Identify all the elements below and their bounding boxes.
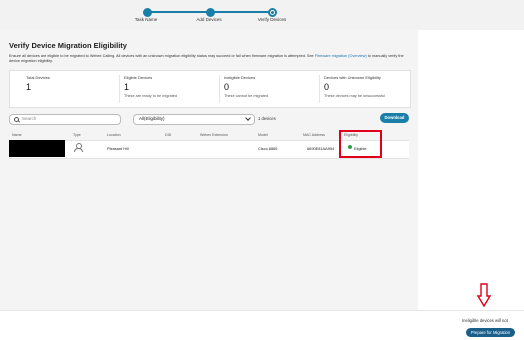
firmware-migration-link[interactable]: Firmware migration (Overview) — [315, 54, 367, 58]
stepper-bar — [0, 0, 524, 30]
stat-eligible-devices: Eligible Devices 1 These are ready to be… — [124, 75, 177, 98]
description-text: Ensure all devices are eligible to be mi… — [9, 54, 314, 58]
column-header-location[interactable]: Location — [107, 133, 121, 137]
step-verify-devices-label: Verify Devices — [257, 17, 287, 22]
stat-value: 1 — [26, 82, 32, 92]
footer-bar — [0, 310, 524, 340]
stat-value: 0 — [224, 82, 230, 92]
stat-divider — [119, 75, 120, 103]
column-header-did[interactable]: DID — [165, 133, 171, 137]
cell-location: Pleasant Hill — [107, 146, 129, 151]
stat-value: 0 — [324, 82, 330, 92]
stat-value: 1 — [124, 82, 130, 92]
cell-mac-address: 6690E81AA954 — [307, 146, 335, 151]
eligibility-highlight-box — [339, 130, 382, 158]
stat-label: Eligible Devices — [124, 75, 153, 80]
search-icon — [14, 117, 19, 122]
search-input[interactable]: Search — [9, 114, 121, 125]
column-header-webex-extension[interactable]: Webex Extension — [200, 133, 228, 137]
step-task-name-dot — [143, 8, 152, 17]
stat-label: Ineligible Devices — [224, 75, 256, 80]
stat-subtext: These cannot be migrated — [224, 94, 269, 98]
step-add-devices-dot — [206, 8, 215, 17]
right-panel-background — [418, 30, 524, 310]
column-header-model[interactable]: Model — [258, 133, 268, 137]
user-icon — [74, 143, 83, 152]
summary-card: Total Devices 1 Eligible Devices 1 These… — [9, 70, 411, 108]
redacted-device-name — [9, 140, 65, 157]
stat-total-devices: Total Devices 1 — [26, 75, 50, 92]
download-button[interactable]: Download — [380, 113, 409, 123]
prepare-for-migration-button[interactable]: Prepare for Migration — [466, 328, 515, 337]
column-header-mac-address[interactable]: MAC Address — [303, 133, 325, 137]
stepper-connector — [211, 11, 272, 13]
page-description: Ensure all devices are eligible to be mi… — [9, 54, 409, 64]
step-task-name-label: Task Name — [134, 17, 158, 22]
stat-ineligible-devices: Ineligible Devices 0 These cannot be mig… — [224, 75, 268, 98]
step-verify-devices-dot — [268, 8, 277, 17]
stat-label: Total Devices — [26, 75, 50, 80]
page-title: Verify Device Migration Eligibility — [9, 41, 127, 50]
stat-unknown-devices: Devices with Unknown Eligibility 0 These… — [324, 75, 385, 98]
device-count: 1 devices — [258, 116, 276, 121]
chevron-down-icon — [245, 115, 251, 121]
column-header-type[interactable]: Type — [73, 133, 81, 137]
down-arrow-annotation-icon — [477, 283, 491, 308]
stat-subtext: These are ready to be migrated — [124, 94, 177, 98]
stat-divider — [319, 75, 320, 103]
eligibility-filter-select[interactable]: All(Eligibility) — [133, 114, 255, 125]
search-placeholder: Search — [22, 116, 37, 121]
stepper-connector — [147, 11, 209, 13]
ineligible-notice: Ineligible devices will not — [462, 318, 508, 323]
step-add-devices-label: Add Devices — [196, 17, 222, 22]
stat-label: Devices with Unknown Eligibility — [324, 75, 381, 80]
stat-subtext: These devices may be unsuccessful — [324, 94, 385, 98]
cell-model: Cisco 8865 — [258, 146, 278, 151]
column-header-name[interactable]: Name — [12, 133, 22, 137]
stat-divider — [219, 75, 220, 103]
eligibility-filter-value: All(Eligibility) — [139, 116, 165, 121]
